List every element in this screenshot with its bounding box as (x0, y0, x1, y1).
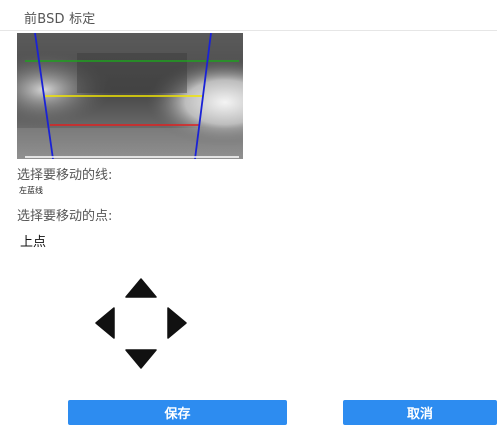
move-line-label: 选择要移动的线: (17, 168, 113, 183)
line-selector[interactable]: 左蓝线 (19, 185, 43, 196)
arrow-right-icon[interactable] (167, 307, 187, 339)
cancel-button[interactable]: 取消 (343, 400, 497, 425)
camera-preview (17, 33, 243, 159)
point-selector[interactable]: 上点 (20, 231, 46, 250)
page-title: 前BSD 标定 (24, 12, 96, 27)
arrow-up-icon[interactable] (125, 278, 157, 299)
page-header: 前BSD 标定 (0, 0, 497, 31)
arrow-down-icon[interactable] (125, 348, 157, 369)
move-point-label: 选择要移动的点: (17, 209, 113, 224)
camera-image (17, 33, 243, 159)
save-button[interactable]: 保存 (68, 400, 287, 425)
arrow-left-icon[interactable] (95, 307, 115, 339)
